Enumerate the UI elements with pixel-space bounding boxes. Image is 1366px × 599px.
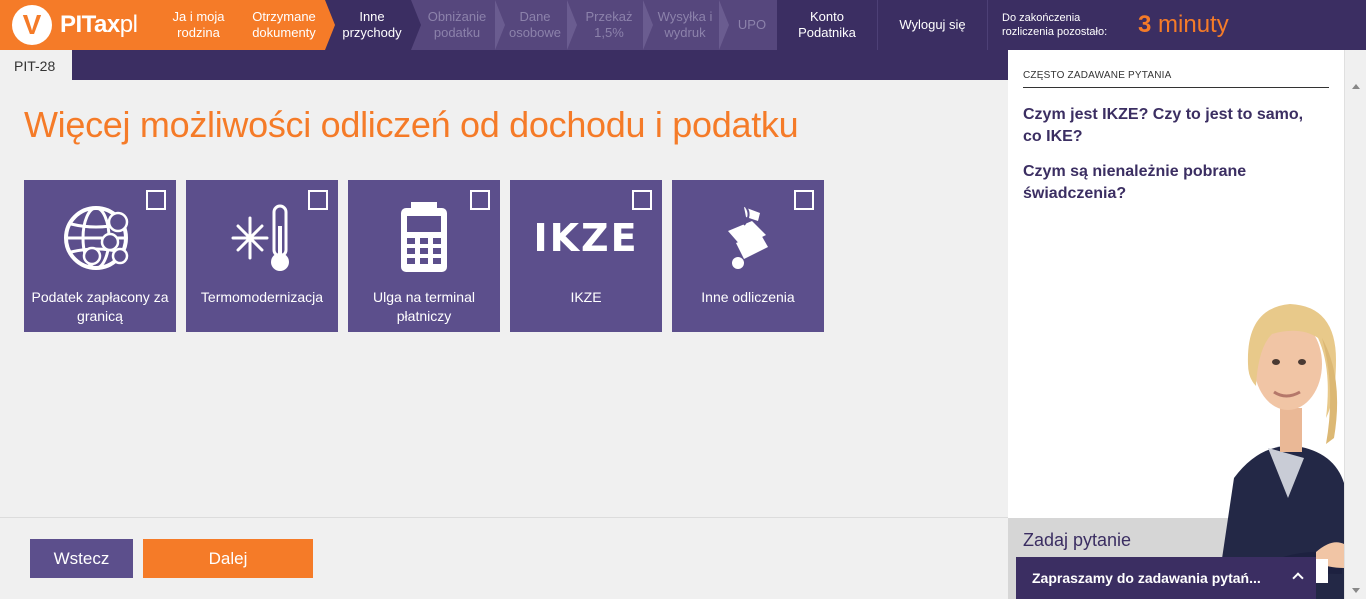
ikze-text-icon: IKZE bbox=[533, 216, 639, 260]
snowflake-thermometer-icon bbox=[186, 198, 338, 278]
step-obnizanie-podatku[interactable]: Obniżanie podatku bbox=[411, 0, 505, 50]
step-wysylka-i-wydruk[interactable]: Wysyłka i wydruk bbox=[643, 0, 729, 50]
checkmark-logo-icon: V bbox=[12, 5, 52, 45]
timer-value: 3 minuty bbox=[1138, 11, 1229, 38]
tab-pit-28[interactable]: PIT-28 bbox=[0, 50, 72, 80]
sidebar-scrollbar[interactable] bbox=[1344, 50, 1366, 599]
tile-label: Ulga na terminal płatniczy bbox=[373, 289, 475, 324]
chevron-up-icon[interactable] bbox=[1292, 572, 1304, 584]
tile-label: IKZE bbox=[570, 289, 602, 305]
tile-termomodernizacja[interactable]: Termomodernizacja bbox=[186, 180, 338, 332]
tile-label: Inne odliczenia bbox=[701, 289, 795, 305]
step-otrzymane-dokumenty[interactable]: Otrzymane dokumenty bbox=[237, 0, 335, 50]
time-remaining: Do zakończenia rozliczenia pozostało: 3 … bbox=[987, 0, 1366, 50]
payment-terminal-icon bbox=[348, 198, 500, 278]
back-button[interactable]: Wstecz bbox=[30, 539, 133, 578]
globe-currency-icon bbox=[24, 198, 176, 278]
chat-widget-label: Zapraszamy do zadawania pytań... bbox=[1032, 570, 1261, 586]
tile-ikze[interactable]: IKZE IKZE bbox=[510, 180, 662, 332]
scroll-up-arrow-icon[interactable] bbox=[1352, 84, 1360, 89]
page-footer: Wstecz Dalej bbox=[0, 517, 1008, 599]
paragraph-document-icon bbox=[672, 198, 824, 278]
help-sidebar: CZĘSTO ZADAWANE PYTANIA Czym jest IKZE? … bbox=[1008, 50, 1344, 599]
form-tabs-bar: PIT-28 bbox=[0, 50, 1008, 80]
logout-link[interactable]: Wyloguj się bbox=[877, 0, 987, 50]
deduction-tiles: Podatek zapłacony za granicą Termomodern… bbox=[24, 180, 834, 332]
step-arrow bbox=[325, 0, 335, 50]
tile-label: Podatek zapłacony za granicą bbox=[31, 289, 169, 324]
step-arrow bbox=[411, 0, 421, 50]
page-title: Więcej możliwości odliczeń od dochodu i … bbox=[24, 104, 799, 145]
logo-suffix: pl bbox=[119, 11, 138, 38]
chat-input-edge bbox=[1316, 559, 1328, 583]
faq-heading: CZĘSTO ZADAWANE PYTANIA bbox=[1023, 70, 1329, 88]
tile-ulga-na-terminal-platniczy[interactable]: Ulga na terminal płatniczy bbox=[348, 180, 500, 332]
step-arrow bbox=[643, 0, 653, 50]
top-navigation-bar: V PITaxpl Ja i moja rodzina Otrzymane do… bbox=[0, 0, 1366, 50]
consultant-photo bbox=[1176, 268, 1344, 599]
tile-label: Termomodernizacja bbox=[200, 289, 324, 305]
pitax-logo[interactable]: V PITaxpl bbox=[0, 0, 160, 50]
ask-question-title: Zadaj pytanie bbox=[1023, 530, 1132, 550]
next-button[interactable]: Dalej bbox=[143, 539, 313, 578]
step-dane-osobowe[interactable]: Dane osobowe bbox=[495, 0, 577, 50]
faq-link-ikze[interactable]: Czym jest IKZE? Czy to jest to samo, co … bbox=[1023, 104, 1323, 148]
scroll-down-arrow-icon[interactable] bbox=[1352, 588, 1360, 593]
step-przekaz[interactable]: Przekaż 1,5% bbox=[567, 0, 653, 50]
step-arrow bbox=[719, 0, 729, 50]
konto-podatnika-link[interactable]: Konto Podatnika bbox=[777, 0, 877, 50]
step-arrow bbox=[237, 0, 247, 50]
logo-brand: PITax bbox=[60, 11, 120, 38]
step-ja-i-moja-rodzina[interactable]: Ja i moja rodzina bbox=[160, 0, 247, 50]
tile-podatek-zaplacony-za-granica[interactable]: Podatek zapłacony za granicą bbox=[24, 180, 176, 332]
step-arrow bbox=[495, 0, 505, 50]
chat-widget-bar[interactable]: Zapraszamy do zadawania pytań... bbox=[1016, 557, 1316, 599]
timer-label: Do zakończenia rozliczenia pozostało: bbox=[1002, 12, 1108, 38]
step-inne-przychody[interactable]: Inne przychody bbox=[325, 0, 421, 50]
faq-link-swiadczenia[interactable]: Czym są nienależnie pobrane świadczenia? bbox=[1023, 161, 1323, 205]
step-arrow bbox=[567, 0, 577, 50]
tile-inne-odliczenia[interactable]: Inne odliczenia bbox=[672, 180, 824, 332]
